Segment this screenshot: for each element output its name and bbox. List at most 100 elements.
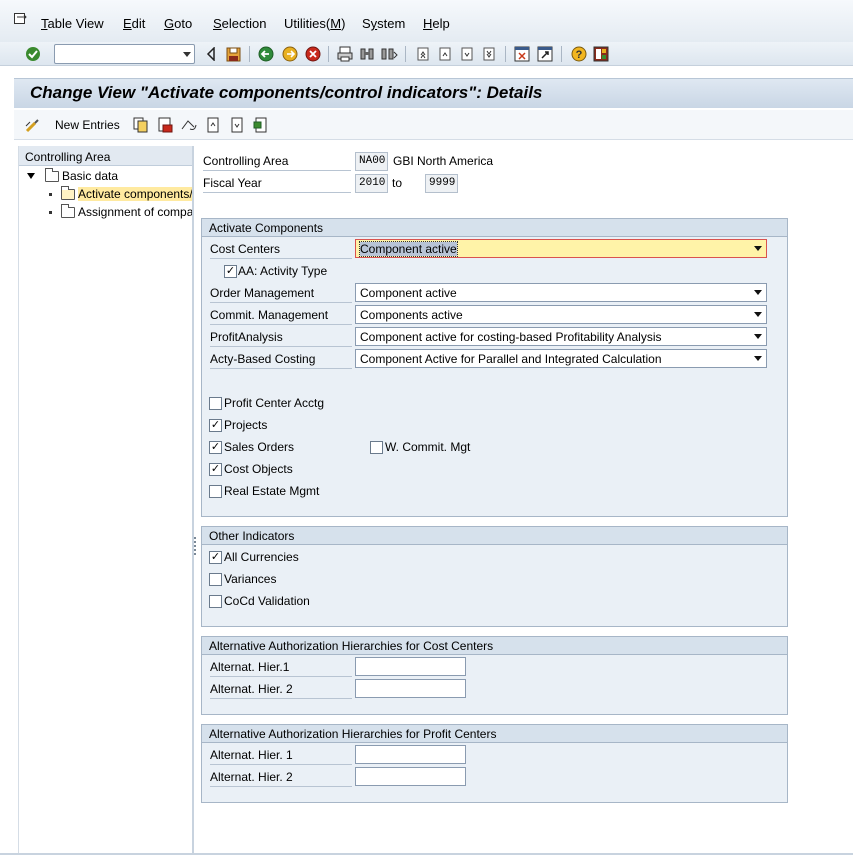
variant-icon[interactable]: [252, 116, 270, 134]
alt-hier-1-label: Alternat. Hier.1: [210, 660, 352, 677]
menu-mnemonic: M: [330, 16, 342, 31]
menu-label: able View: [47, 16, 104, 31]
page-title: Change View "Activate components/control…: [30, 83, 543, 102]
application-toolbar: New Entries: [14, 110, 853, 140]
menu-edit[interactable]: Edit: [123, 16, 145, 31]
chevron-down-icon[interactable]: [754, 312, 762, 317]
profit-analysis-dropdown[interactable]: Component active for costing-based Profi…: [355, 327, 767, 346]
menu-table-view[interactable]: Table View: [41, 16, 104, 31]
sales-orders-checkbox[interactable]: ✓: [209, 441, 222, 454]
order-management-dropdown[interactable]: Component active: [355, 283, 767, 302]
help-icon[interactable]: ?: [570, 45, 588, 63]
controlling-area-label: Controlling Area: [203, 154, 351, 171]
exit-icon[interactable]: [281, 45, 299, 63]
next-entry-icon[interactable]: [228, 116, 246, 134]
svg-text:?: ?: [576, 49, 583, 61]
previous-page-icon[interactable]: [436, 45, 454, 63]
menu-system[interactable]: System: [362, 16, 405, 31]
dropdown-value: Component active for costing-based Profi…: [360, 330, 662, 344]
alt-hier-1-pc-label: Alternat. Hier. 1: [210, 748, 352, 765]
tree-header: Controlling Area: [19, 146, 192, 166]
menu-icon[interactable]: [14, 13, 28, 25]
controlling-area-text: GBI North America: [393, 154, 494, 168]
menu-help[interactable]: Help: [423, 16, 450, 31]
fiscal-year-to-field: 9999: [425, 174, 458, 193]
create-session-icon[interactable]: [513, 45, 531, 63]
cancel-icon[interactable]: [304, 45, 322, 63]
back-green-icon[interactable]: [257, 45, 275, 63]
fiscal-year-label: Fiscal Year: [203, 176, 351, 193]
commit-management-dropdown[interactable]: Components active: [355, 305, 767, 324]
chevron-down-icon[interactable]: [754, 290, 762, 295]
dropdown-value: Component active: [359, 241, 458, 257]
menu-utilities[interactable]: Utilities(M): [284, 16, 345, 31]
projects-checkbox[interactable]: ✓: [209, 419, 222, 432]
group-title: Activate Components: [202, 219, 787, 237]
alt-hier-1-input[interactable]: [355, 657, 466, 676]
alt-hier-2-input[interactable]: [355, 679, 466, 698]
acty-based-costing-dropdown[interactable]: Component Active for Parallel and Integr…: [355, 349, 767, 368]
real-estate-mgmt-label: Real Estate Mgmt: [224, 484, 320, 498]
chevron-down-icon[interactable]: [754, 246, 762, 251]
w-commit-mgt-label: W. Commit. Mgt: [385, 440, 471, 454]
alt-hier-1-pc-input[interactable]: [355, 745, 466, 764]
create-shortcut-icon[interactable]: [536, 45, 554, 63]
new-entries-button[interactable]: New Entries: [55, 118, 120, 132]
expand-arrow-icon[interactable]: [27, 173, 35, 179]
cost-centers-dropdown[interactable]: Component active: [355, 239, 767, 258]
last-page-icon[interactable]: [480, 45, 498, 63]
group-title: Other Indicators: [202, 527, 787, 545]
dropdown-value: Components active: [360, 308, 463, 322]
chevron-down-icon[interactable]: [754, 334, 762, 339]
enter-icon[interactable]: [24, 45, 42, 63]
chevron-down-icon[interactable]: [183, 52, 191, 57]
menu-mnemonic: E: [123, 16, 132, 31]
dialog-structure-tree: Controlling Area Basic data Activate com…: [18, 146, 194, 855]
aa-activity-type-label: AA: Activity Type: [238, 264, 328, 278]
delete-icon[interactable]: [156, 116, 174, 134]
alt-hier-2-pc-input[interactable]: [355, 767, 466, 786]
standard-toolbar: ?: [0, 42, 853, 66]
menu-mnemonic: S: [213, 16, 222, 31]
save-icon[interactable]: [224, 45, 242, 63]
cocd-validation-checkbox[interactable]: [209, 595, 222, 608]
copy-as-icon[interactable]: [132, 116, 150, 134]
variances-checkbox[interactable]: [209, 573, 222, 586]
chevron-down-icon[interactable]: [754, 356, 762, 361]
menu-goto[interactable]: Goto: [164, 16, 192, 31]
tree-node-assignment-company-codes[interactable]: Assignment of company code(s): [49, 203, 192, 221]
splitter-handle[interactable]: [194, 537, 196, 555]
toolbar-separator: [561, 46, 562, 62]
menu-selection[interactable]: Selection: [213, 16, 266, 31]
cost-objects-checkbox[interactable]: ✓: [209, 463, 222, 476]
command-field[interactable]: [54, 44, 195, 64]
find-icon[interactable]: [358, 45, 376, 63]
w-commit-mgt-checkbox[interactable]: [370, 441, 383, 454]
real-estate-mgmt-checkbox[interactable]: [209, 485, 222, 498]
tree-node-activate-components[interactable]: Activate components/control indicators: [49, 185, 192, 203]
open-folder-icon: [61, 185, 75, 200]
print-icon[interactable]: [336, 45, 354, 63]
tree-node-label: Activate components/control indicators: [78, 187, 192, 201]
dropdown-value: Component Active for Parallel and Integr…: [360, 352, 662, 366]
profit-center-acctg-checkbox[interactable]: [209, 397, 222, 410]
back-icon[interactable]: [202, 45, 220, 63]
acty-based-costing-label: Acty-Based Costing: [210, 352, 352, 369]
all-currencies-checkbox[interactable]: ✓: [209, 551, 222, 564]
find-next-icon[interactable]: [380, 45, 398, 63]
next-page-icon[interactable]: [458, 45, 476, 63]
menu-mnemonic: H: [423, 16, 433, 31]
menu-bar: Table View Edit Goto Selection Utilities…: [0, 0, 853, 42]
other-indicators-group: Other Indicators: [201, 526, 788, 627]
aa-activity-type-checkbox[interactable]: ✓: [224, 265, 237, 278]
undo-change-icon[interactable]: [180, 116, 198, 134]
first-page-icon[interactable]: [414, 45, 432, 63]
command-input[interactable]: [57, 46, 177, 62]
customize-layout-icon[interactable]: [592, 45, 610, 63]
folder-icon: [61, 203, 75, 218]
previous-entry-icon[interactable]: [204, 116, 222, 134]
order-management-label: Order Management: [210, 286, 352, 303]
tree-node-basic-data[interactable]: Basic data: [27, 167, 118, 185]
display-change-icon[interactable]: [24, 116, 42, 134]
bullet-icon: [49, 192, 52, 196]
